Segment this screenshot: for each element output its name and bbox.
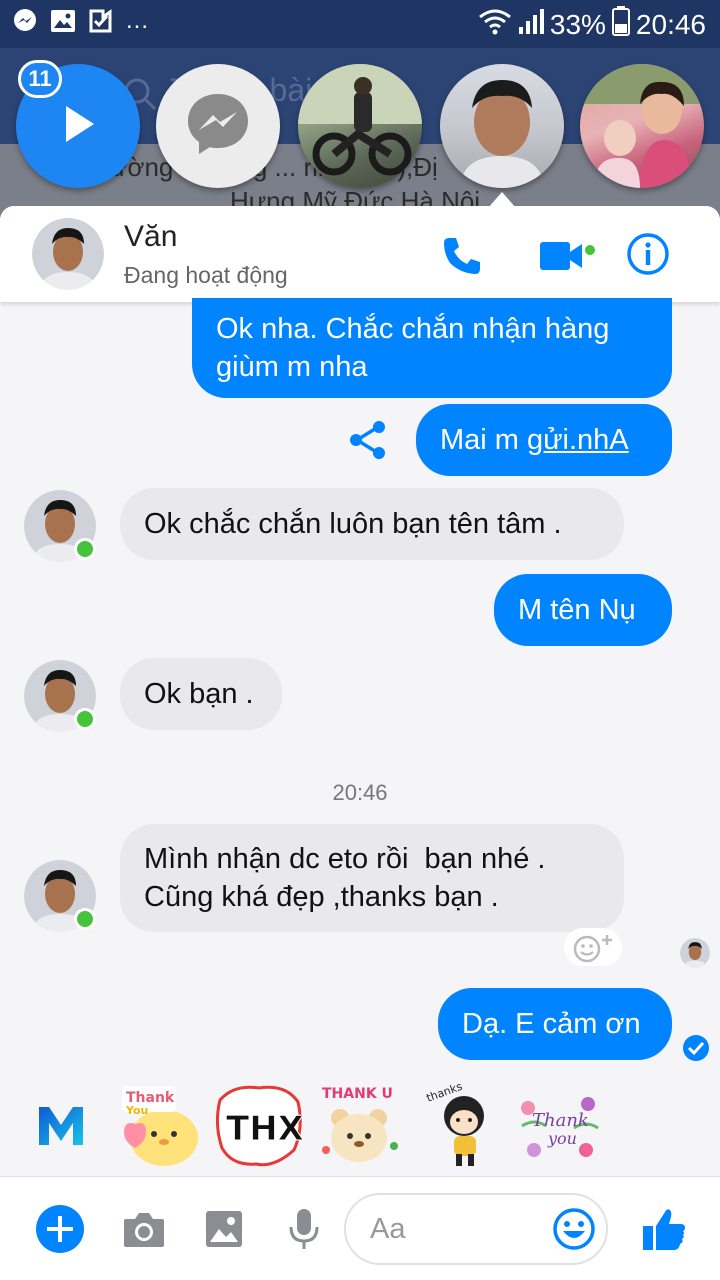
play-icon [58, 102, 98, 151]
messenger-chat-head[interactable] [156, 64, 280, 188]
message-text: Ok nha. Chắc chắn nhận hàng [216, 313, 610, 345]
message-text: Cũng khá đẹp ,thanks bạn . [144, 881, 499, 913]
message-input[interactable]: Aa [344, 1193, 608, 1265]
message-outgoing[interactable]: Ok nha. Chắc chắn nhận hàng giùm m nha [192, 298, 672, 398]
unread-badge: 11 [18, 60, 62, 98]
more-actions-button[interactable] [36, 1205, 84, 1253]
bear-sticker-icon: THANK U [322, 1086, 398, 1162]
messenger-icon [182, 88, 254, 165]
active-status: Đang hoạt động [124, 262, 288, 288]
battery-percent: 33% [549, 8, 606, 40]
image-icon [206, 1211, 242, 1247]
voice-call-button[interactable] [440, 234, 484, 278]
notification-icons: ... [12, 8, 149, 34]
add-reaction-button[interactable] [564, 928, 622, 966]
chat-head-contact-motorbike[interactable] [298, 64, 422, 188]
svg-text:you: you [547, 1129, 577, 1148]
sticker-suggestions: Thank You THX THANK U thanks Thank you [0, 1080, 720, 1176]
emoji-icon [553, 1208, 595, 1250]
online-indicator [74, 908, 96, 930]
mic-icon [289, 1209, 319, 1249]
girl-sticker-icon: thanks [425, 1080, 484, 1166]
online-indicator [74, 708, 96, 730]
sticker-thank-u-bear[interactable]: THANK U [314, 1080, 404, 1170]
video-icon [540, 242, 595, 270]
thx-sticker-icon: THX [215, 1085, 304, 1167]
message-input-placeholder: Aa [370, 1213, 406, 1245]
svg-text:Thank: Thank [532, 1110, 589, 1131]
message-text: M tên Nụ [518, 594, 636, 626]
contact-name[interactable]: Văn [124, 220, 177, 254]
message-timestamp: 20:46 [332, 780, 388, 805]
share-button[interactable] [346, 418, 390, 462]
m-assistant-icon [39, 1107, 83, 1145]
add-reaction-icon [573, 935, 612, 963]
kids-photo [580, 64, 704, 188]
message-incoming[interactable]: Mình nhận dc eto rồi bạn nhé . Cũng khá … [120, 824, 624, 932]
status-bar: ... 33% 20:46 [0, 0, 720, 48]
messenger-notification-icon [12, 8, 38, 34]
van-photo [460, 80, 544, 188]
wifi-icon [478, 7, 512, 42]
online-indicator [74, 538, 96, 560]
camera-button[interactable] [120, 1205, 168, 1253]
message-text: Ok bạn . [144, 678, 254, 710]
message-incoming[interactable]: Ok chắc chắn luôn bạn tên tâm . [120, 488, 624, 560]
video-call-button[interactable] [538, 236, 598, 276]
message-text: Mình nhận dc eto rồi bạn nhé . [144, 843, 546, 875]
thumbs-up-icon [643, 1209, 685, 1250]
plus-icon [36, 1205, 84, 1253]
contact-avatar[interactable] [32, 218, 104, 290]
more-notifications: ... [126, 7, 150, 34]
task-notification-icon [88, 8, 114, 34]
chick-sticker-icon: Thank You [122, 1086, 198, 1166]
sticker-thanks-girl[interactable]: thanks [418, 1080, 508, 1170]
chat-window: Văn Đang hoạt động Ok nha. Chắc chắn nhậ… [0, 206, 720, 1280]
chat-heads: 11 [0, 60, 720, 208]
message-text: Dạ. E cảm ơn [462, 1008, 641, 1040]
svg-text:You: You [125, 1104, 148, 1117]
system-status: 33% 20:46 [478, 6, 706, 43]
phone-icon [444, 238, 480, 274]
seen-avatar [680, 938, 710, 968]
message-outgoing[interactable]: M tên Nụ [494, 574, 672, 646]
emoji-button[interactable] [552, 1207, 596, 1251]
message-text: Ok chắc chắn luôn bạn tên tâm . [144, 508, 562, 540]
assistant-m-button[interactable] [16, 1080, 106, 1170]
message-incoming[interactable]: Ok bạn . [120, 658, 282, 730]
svg-text:THX: THX [226, 1109, 304, 1149]
flowers-sticker-icon: Thank you [521, 1097, 599, 1157]
svg-text:THANK U: THANK U [322, 1086, 393, 1102]
chat-header: Văn Đang hoạt động [0, 206, 720, 302]
conversation-info-button[interactable] [626, 232, 670, 276]
clock: 20:46 [635, 8, 706, 40]
like-button[interactable] [640, 1205, 688, 1253]
signal-icon [518, 7, 544, 42]
voice-record-button[interactable] [280, 1205, 328, 1253]
info-icon [627, 233, 669, 275]
message-link[interactable]: gửi.nhA [527, 421, 629, 459]
battery-icon [611, 6, 630, 43]
sticker-thank-you-flowers[interactable]: Thank you [514, 1080, 604, 1170]
delivered-check-icon [682, 1034, 710, 1062]
share-icon [350, 421, 385, 459]
camera-icon [124, 1213, 164, 1247]
motorbike-photo [298, 64, 422, 176]
message-composer: Aa [0, 1176, 720, 1280]
message-text: Mai m [440, 424, 527, 456]
sticker-thank-you-chick[interactable]: Thank You [116, 1080, 206, 1170]
message-outgoing[interactable]: Dạ. E cảm ơn [438, 988, 672, 1060]
chat-head-contact-kids[interactable] [580, 64, 704, 188]
gallery-button[interactable] [200, 1205, 248, 1253]
message-outgoing[interactable]: Mai m gửi.nhA [416, 404, 672, 476]
sticker-thx[interactable]: THX [214, 1080, 304, 1170]
chat-head-contact-van[interactable] [440, 64, 564, 188]
message-text: giùm m nha [216, 351, 368, 383]
gallery-notification-icon [50, 8, 76, 34]
